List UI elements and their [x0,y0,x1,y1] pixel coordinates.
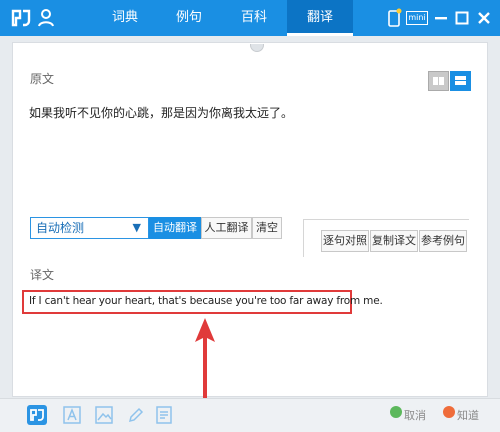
maximize-icon[interactable] [452,8,472,28]
dictionary-mode-icon[interactable] [27,405,47,425]
copy-translation-button[interactable]: 复制译文 [370,230,418,252]
pen-icon[interactable] [126,405,146,425]
user-icon[interactable] [37,8,55,28]
reference-examples-button[interactable]: 参考例句 [419,230,467,252]
tab-translate[interactable]: 翻译 [287,0,353,36]
close-icon[interactable] [474,8,494,28]
check-icon [390,406,402,418]
tab-examples[interactable]: 例句 [156,0,222,36]
image-translate-icon[interactable] [94,405,114,425]
annotation-arrow [195,318,215,398]
know-link[interactable]: 知道 [457,407,479,423]
language-select[interactable]: 自动检测 ▼ [30,217,149,239]
font-icon[interactable] [62,405,82,425]
source-text-input[interactable]: 如果我听不见你的心跳，那是因为你离我太远了。 [29,104,293,121]
title-bar: 词典 例句 百科 翻译 mini [0,0,500,36]
mini-mode-button[interactable]: mini [406,11,428,25]
info-icon [443,406,455,418]
notebook-icon[interactable] [154,405,174,425]
tab-encyclopedia[interactable]: 百科 [221,0,287,36]
minimize-icon[interactable] [431,8,451,28]
split-view-icon[interactable] [428,71,449,91]
dropdown-arrow-icon: ▼ [132,221,141,234]
cancel-link[interactable]: 取消 [404,407,426,423]
translation-text: If I can't hear your heart, that's becau… [29,295,383,307]
tab-dictionary[interactable]: 词典 [92,0,158,36]
source-label: 原文 [30,72,55,86]
stacked-view-icon[interactable] [450,71,471,91]
auto-translate-button[interactable]: 自动翻译 [149,217,201,239]
human-translate-button[interactable]: 人工翻译 [201,217,252,239]
phone-icon[interactable] [384,8,404,28]
app-logo-icon[interactable] [10,7,32,29]
language-select-value: 自动检测 [36,221,85,235]
translation-label: 译文 [30,268,55,282]
sentence-compare-button[interactable]: 逐句对照 [321,230,369,252]
clear-button[interactable]: 清空 [252,217,282,239]
